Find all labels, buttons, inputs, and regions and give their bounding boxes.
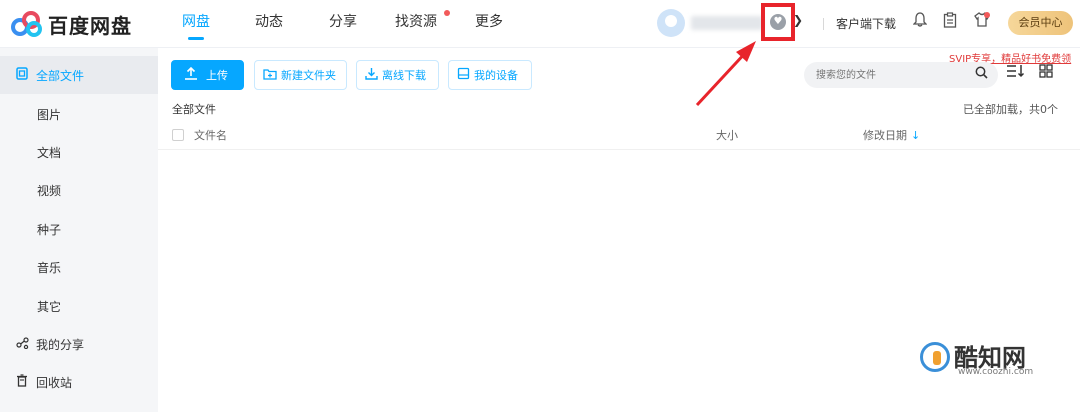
baidu-cloud-logo-icon bbox=[11, 11, 42, 37]
share-icon bbox=[12, 336, 32, 352]
nav-tab-share[interactable]: 分享 bbox=[318, 0, 368, 48]
user-name-blurred bbox=[691, 16, 763, 30]
search-box bbox=[804, 62, 998, 88]
new-folder-icon bbox=[263, 68, 277, 83]
divider bbox=[823, 18, 824, 30]
search-input[interactable] bbox=[816, 66, 966, 84]
sidebar: 全部文件 图片 文档 视频 种子 音乐 其它 我的分享 回收站 bbox=[0, 48, 158, 412]
sidebar-item-label: 回收站 bbox=[36, 375, 73, 390]
sidebar-item-images[interactable]: 图片 bbox=[0, 95, 158, 133]
loaded-status: 已全部加载，共0个 bbox=[963, 103, 1058, 116]
main-nav: 网盘 动态 分享 找资源 更多 bbox=[170, 0, 514, 48]
select-all-checkbox[interactable] bbox=[172, 129, 184, 141]
new-folder-button[interactable]: 新建文件夹 bbox=[254, 60, 347, 90]
upload-button[interactable]: 上传 bbox=[171, 60, 244, 90]
my-devices-button[interactable]: 我的设备 bbox=[448, 60, 532, 90]
clipboard-icon[interactable] bbox=[940, 12, 960, 32]
sidebar-item-documents[interactable]: 文档 bbox=[0, 133, 158, 171]
offline-download-label: 离线下载 bbox=[382, 69, 426, 82]
top-bar: 百度网盘 网盘 动态 分享 找资源 更多 ♥ ❯ 客户端下载 会员中心 bbox=[0, 0, 1080, 48]
grid-view-icon[interactable] bbox=[1039, 64, 1053, 82]
upload-icon bbox=[184, 66, 198, 83]
sidebar-item-label: 视频 bbox=[37, 183, 62, 198]
nav-label: 找资源 bbox=[395, 14, 437, 30]
sidebar-item-label: 种子 bbox=[37, 222, 62, 237]
nav-label: 网盘 bbox=[182, 14, 210, 30]
sidebar-item-all-files[interactable]: 全部文件 bbox=[0, 56, 158, 94]
avatar[interactable] bbox=[657, 9, 685, 37]
nav-tab-activity[interactable]: 动态 bbox=[244, 0, 294, 48]
chevron-down-icon[interactable]: ❯ bbox=[793, 13, 803, 27]
upload-label: 上传 bbox=[206, 69, 228, 82]
nav-tab-find-resources[interactable]: 找资源 bbox=[388, 0, 450, 48]
column-header-modified-label: 修改日期 bbox=[863, 129, 907, 142]
offline-download-button[interactable]: 离线下载 bbox=[356, 60, 439, 90]
sidebar-item-label: 我的分享 bbox=[36, 337, 85, 352]
user-menu[interactable] bbox=[657, 8, 763, 38]
watermark-url: www.coozhi.com bbox=[958, 367, 1034, 377]
bell-icon[interactable] bbox=[910, 12, 930, 32]
client-download-link[interactable]: 客户端下载 bbox=[836, 15, 896, 32]
my-devices-label: 我的设备 bbox=[474, 69, 518, 82]
app-logo[interactable]: 百度网盘 bbox=[10, 9, 132, 39]
sidebar-item-other[interactable]: 其它 bbox=[0, 287, 158, 325]
nav-label: 更多 bbox=[475, 14, 503, 30]
watermark-logo-icon bbox=[920, 342, 950, 372]
sidebar-item-label: 全部文件 bbox=[36, 68, 85, 83]
trash-icon bbox=[12, 374, 32, 390]
column-header-size[interactable]: 大小 bbox=[716, 127, 738, 143]
vip-heart-icon: ♥ bbox=[770, 14, 786, 30]
sidebar-item-label: 文档 bbox=[37, 145, 62, 160]
nav-label: 动态 bbox=[255, 14, 283, 30]
column-header-name[interactable]: 文件名 bbox=[194, 127, 227, 143]
sidebar-item-torrents[interactable]: 种子 bbox=[0, 210, 158, 248]
nav-label: 分享 bbox=[329, 14, 357, 30]
sidebar-item-label: 音乐 bbox=[37, 260, 62, 275]
device-icon bbox=[457, 67, 470, 83]
nav-tab-netdisk[interactable]: 网盘 bbox=[170, 0, 222, 48]
breadcrumb[interactable]: 全部文件 bbox=[172, 101, 216, 117]
notification-dot bbox=[984, 12, 990, 18]
file-table-header: 文件名 大小 修改日期 ↓ bbox=[158, 122, 1080, 150]
download-icon bbox=[365, 67, 378, 83]
column-header-modified[interactable]: 修改日期 ↓ bbox=[863, 127, 920, 143]
sidebar-item-music[interactable]: 音乐 bbox=[0, 248, 158, 286]
sort-down-arrow-icon: ↓ bbox=[911, 129, 921, 142]
new-folder-label: 新建文件夹 bbox=[281, 69, 336, 82]
sort-list-icon[interactable] bbox=[1006, 64, 1026, 82]
sidebar-item-recycle-bin[interactable]: 回收站 bbox=[0, 363, 158, 401]
sidebar-item-label: 图片 bbox=[37, 107, 62, 122]
app-title: 百度网盘 bbox=[48, 13, 132, 38]
vip-center-button[interactable]: 会员中心 bbox=[1008, 11, 1073, 35]
vip-badge-highlight[interactable]: ♥ bbox=[761, 3, 795, 41]
sidebar-item-label: 其它 bbox=[37, 299, 62, 314]
sidebar-item-videos[interactable]: 视频 bbox=[0, 171, 158, 209]
notification-dot bbox=[444, 10, 450, 16]
search-icon[interactable] bbox=[975, 66, 988, 83]
watermark: 酷知网 www.coozhi.com bbox=[916, 338, 1066, 388]
files-icon bbox=[12, 67, 32, 83]
sidebar-item-my-shares[interactable]: 我的分享 bbox=[0, 325, 158, 363]
nav-tab-more[interactable]: 更多 bbox=[464, 0, 514, 48]
